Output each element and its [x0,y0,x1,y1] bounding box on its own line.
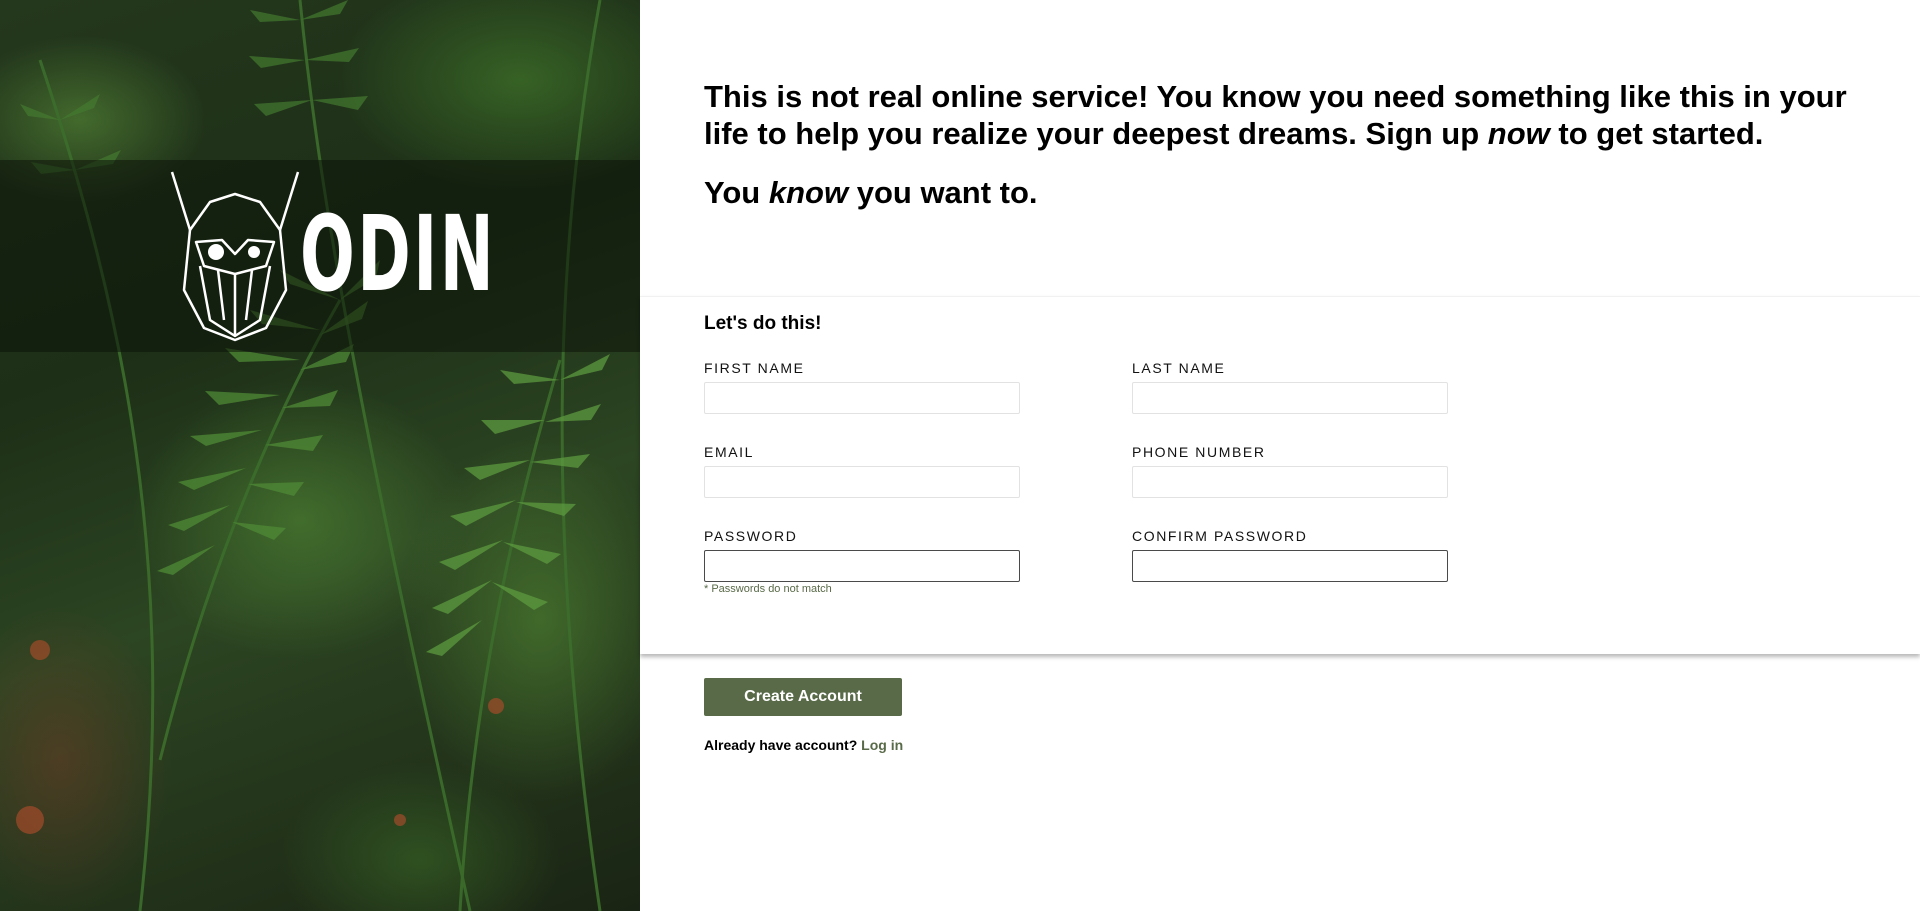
brand-name: ODIN [300,193,497,315]
last-name-label: Last Name [1132,360,1226,376]
email-group: Email [704,444,1020,528]
last-name-input[interactable] [1132,382,1448,414]
intro-section: This is not real online service! You kno… [640,0,1920,218]
create-account-button[interactable]: Create Account [704,678,902,716]
email-input[interactable] [704,466,1020,498]
intro-emphasis: now [1487,116,1550,151]
intro-headline: This is not real online service! You kno… [704,78,1860,152]
phone-input[interactable] [1132,466,1448,498]
login-prompt: Already have account? Log in [704,737,1856,753]
first-name-label: First Name [704,360,805,376]
form-actions: Create Account Already have account? Log… [640,654,1920,753]
logo-band: ODIN [0,160,640,352]
intro-text-part: you want to. [848,175,1038,210]
login-link[interactable]: Log in [861,737,903,753]
phone-label: Phone Number [1132,444,1266,460]
password-label: Password [704,528,798,544]
intro-emphasis: know [768,175,849,210]
email-label: Email [704,444,755,460]
password-input[interactable] [704,550,1020,582]
login-prompt-text: Already have account? [704,737,858,753]
viking-helmet-logo-icon [170,171,300,342]
form-grid: First Name Last Name Email Phone Number … [704,360,1856,612]
intro-subheadline: You know you want to. [704,174,1860,211]
password-error-message: * Passwords do not match [704,583,832,595]
intro-text-part: to get started. [1549,116,1764,151]
confirm-password-label: Confirm Password [1132,528,1308,544]
password-group: Password * Passwords do not match [704,528,1020,612]
last-name-group: Last Name [1132,360,1448,444]
hero-panel: ODIN [0,0,640,911]
form-heading: Let's do this! [704,313,822,334]
main-content: This is not real online service! You kno… [640,0,1920,911]
first-name-input[interactable] [704,382,1020,414]
fern-background-image [16,0,610,911]
confirm-password-input[interactable] [1132,550,1448,582]
phone-group: Phone Number [1132,444,1448,528]
signup-form: Let's do this! First Name Last Name Emai… [640,296,1920,654]
confirm-password-group: Confirm Password [1132,528,1448,612]
first-name-group: First Name [704,360,1020,444]
intro-text-part: You [704,175,769,210]
